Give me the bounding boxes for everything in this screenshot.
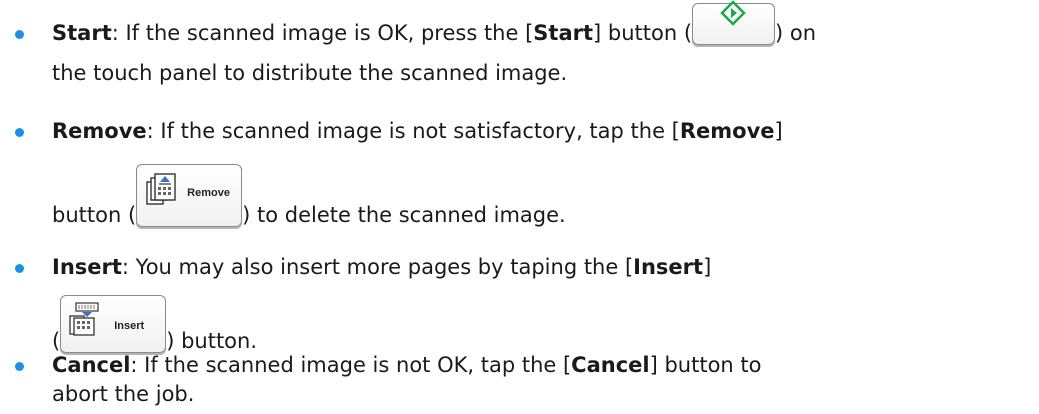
insert-button-image: Insert <box>60 295 167 353</box>
insert-term-bracketed: Insert <box>633 255 704 279</box>
remove-button-image: Remove <box>136 164 243 227</box>
remove-button-label: Remove <box>187 187 230 199</box>
bullet-insert <box>15 264 24 273</box>
bullet-remove <box>15 128 24 137</box>
insert-line-2: ( Insert) button. <box>52 295 257 353</box>
cancel-term: Cancel <box>52 353 131 377</box>
bullet-cancel <box>15 362 24 371</box>
start-line-2: the touch panel to distribute the scanne… <box>52 61 568 85</box>
start-term-bracketed: Start <box>533 21 594 45</box>
cancel-line-2: abort the job. <box>52 382 195 406</box>
insert-line-1: Insert: You may also insert more pages b… <box>52 255 712 279</box>
remove-term: Remove <box>52 119 147 143</box>
insert-pages-icon <box>69 302 99 336</box>
bullet-start <box>15 30 24 39</box>
insert-term: Insert <box>52 255 122 279</box>
remove-term-bracketed: Remove <box>679 119 775 143</box>
remove-line-2: button ( Remove) to delete the scanned i… <box>52 164 566 227</box>
start-line-1: Start: If the scanned image is OK, press… <box>52 0 816 45</box>
insert-button-label: Insert <box>114 320 145 332</box>
cancel-line-1: Cancel: If the scanned image is not OK, … <box>52 353 762 377</box>
start-icon <box>720 0 746 26</box>
start-button-image <box>692 0 776 45</box>
remove-line-1: Remove: If the scanned image is not sati… <box>52 119 783 143</box>
start-term: Start <box>52 21 112 45</box>
cancel-term-bracketed: Cancel <box>571 353 650 377</box>
remove-pages-icon <box>146 173 176 205</box>
